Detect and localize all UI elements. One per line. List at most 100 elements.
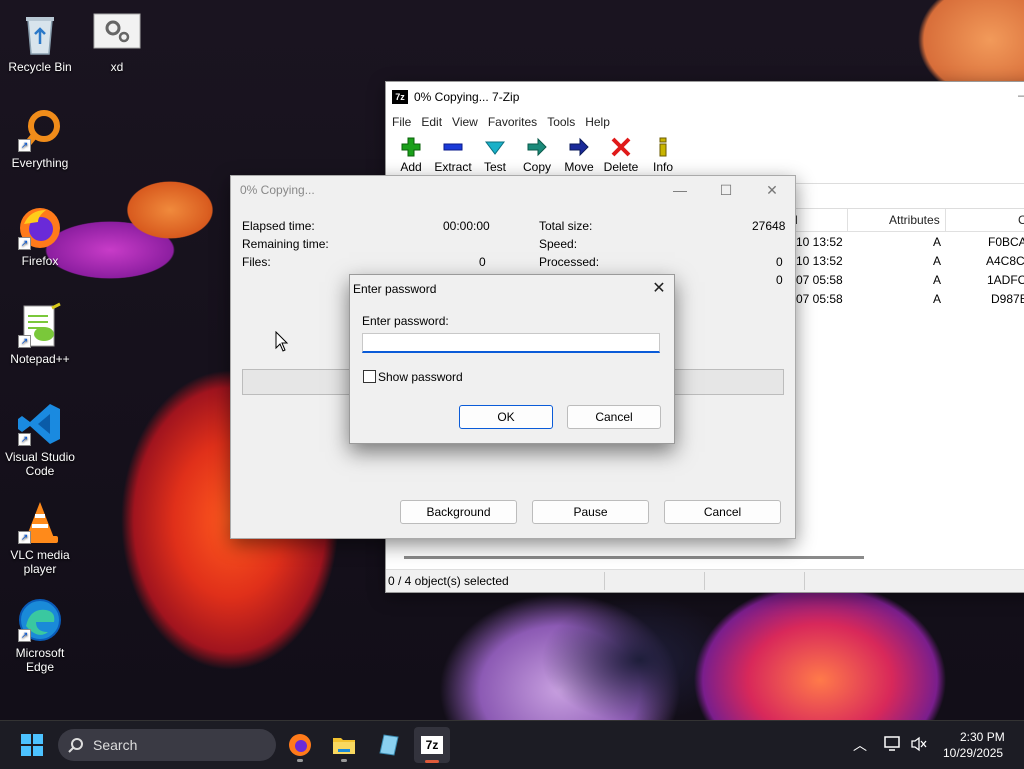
running-indicator: [341, 759, 347, 762]
volume-muted-icon[interactable]: [910, 736, 928, 752]
processed-value: 0: [776, 255, 783, 269]
clock-date[interactable]: 10/29/2025: [943, 746, 1003, 760]
start-button[interactable]: [14, 727, 50, 763]
everything-search-icon: ↗: [16, 106, 64, 154]
menu-edit[interactable]: Edit: [419, 115, 450, 129]
dialog-title: 0% Copying...: [240, 183, 315, 197]
enter-password-dialog[interactable]: Enter password ✕ Enter password: Show pa…: [349, 274, 675, 444]
windows-logo-icon: [21, 734, 43, 756]
elapsed-time-label: Elapsed time:: [242, 219, 315, 233]
desktop-icon-edge[interactable]: ↗ Microsoft Edge: [0, 596, 80, 674]
shortcut-arrow-icon: ↗: [18, 237, 31, 250]
speed-label: Speed:: [539, 237, 578, 251]
add-button[interactable]: Add: [390, 132, 432, 174]
menu-file[interactable]: File: [390, 115, 419, 129]
mouse-cursor-icon: [275, 331, 289, 352]
7zip-icon: 7z: [421, 736, 443, 754]
ok-button[interactable]: OK: [459, 405, 553, 429]
edge-icon: ↗: [16, 596, 64, 644]
menu-view[interactable]: View: [450, 115, 486, 129]
toolbar: Add Extract Test Copy Move Delete Info: [386, 132, 1024, 180]
minus-icon: [443, 143, 463, 151]
background-button[interactable]: Background: [400, 500, 517, 524]
menu-help[interactable]: Help: [583, 115, 618, 129]
window-titlebar[interactable]: 7z 0% Copying... 7-Zip —: [386, 82, 1024, 112]
vscode-icon: ↗: [16, 400, 64, 448]
plus-icon: [401, 137, 421, 157]
files-value: 0: [479, 255, 486, 269]
search-placeholder: Search: [93, 737, 138, 753]
taskbar-search[interactable]: Search: [58, 729, 276, 761]
info-button[interactable]: Info: [642, 132, 684, 174]
cancel-copy-button[interactable]: Cancel: [664, 500, 781, 524]
arrow-right-icon: [569, 137, 589, 157]
network-icon[interactable]: [884, 736, 902, 752]
desktop-icon-notepadpp[interactable]: ↗ Notepad++: [0, 302, 80, 366]
window-title: 0% Copying... 7-Zip: [414, 90, 520, 104]
horizontal-scrollbar[interactable]: [404, 556, 864, 559]
vlc-icon: ↗: [16, 498, 64, 546]
test-button[interactable]: Test: [474, 132, 516, 174]
desktop-icon-vscode[interactable]: ↗ Visual Studio Code: [0, 400, 80, 478]
shortcut-arrow-icon: ↗: [18, 531, 31, 544]
processed-label: Processed:: [539, 255, 600, 269]
desktop-icon-xd[interactable]: xd: [77, 10, 157, 74]
column-attributes[interactable]: Attributes: [889, 213, 940, 227]
taskbar-file-explorer[interactable]: [326, 727, 362, 763]
7zip-app-icon: 7z: [392, 90, 408, 104]
compressed-value: 0: [776, 273, 783, 287]
clock-time[interactable]: 2:30 PM: [960, 730, 1005, 744]
taskbar-7zip[interactable]: 7z: [414, 727, 450, 763]
total-size-value: 27648: [752, 219, 786, 233]
menu-bar: File Edit View Favorites Tools Help: [386, 112, 1024, 132]
move-button[interactable]: Move: [558, 132, 600, 174]
notepadpp-icon: ↗: [16, 302, 64, 350]
running-indicator: [297, 759, 303, 762]
desktop-icon-firefox[interactable]: ↗ Firefox: [0, 204, 80, 268]
password-prompt-label: Enter password:: [362, 314, 449, 328]
desktop-icon-recycle-bin[interactable]: Recycle Bin: [0, 10, 80, 74]
elapsed-time-value: 00:00:00: [443, 219, 490, 233]
desktop-icon-everything[interactable]: ↗ Everything: [0, 106, 80, 170]
dialog-titlebar[interactable]: 0% Copying... — ☐ ✕: [231, 176, 795, 204]
menu-favorites[interactable]: Favorites: [486, 115, 545, 129]
shortcut-arrow-icon: ↗: [18, 139, 31, 152]
show-password-checkbox[interactable]: [363, 370, 376, 383]
close-icon[interactable]: ✕: [644, 275, 674, 303]
cancel-button[interactable]: Cancel: [567, 405, 661, 429]
firefox-icon: [289, 734, 311, 756]
menu-tools[interactable]: Tools: [545, 115, 583, 129]
close-icon[interactable]: ✕: [749, 176, 795, 204]
file-explorer-icon: [333, 738, 355, 754]
taskbar-firefox[interactable]: [282, 727, 318, 763]
notepad-icon: [379, 734, 399, 756]
password-input[interactable]: [362, 333, 660, 353]
desktop-icon-vlc[interactable]: ↗ VLC media player: [0, 498, 80, 576]
search-icon: [68, 738, 83, 753]
chevron-up-icon[interactable]: ︿: [853, 735, 867, 755]
total-size-label: Total size:: [539, 219, 593, 233]
copy-button[interactable]: Copy: [516, 132, 558, 174]
shortcut-arrow-icon: ↗: [18, 335, 31, 348]
firefox-icon: ↗: [16, 204, 64, 252]
taskbar-notepad[interactable]: [370, 727, 406, 763]
shortcut-arrow-icon: ↗: [18, 629, 31, 642]
pause-button[interactable]: Pause: [532, 500, 649, 524]
dialog-title: Enter password: [353, 282, 437, 296]
maximize-icon[interactable]: ☐: [703, 176, 749, 204]
extract-button[interactable]: Extract: [432, 132, 474, 174]
check-arrow-icon: [485, 141, 505, 155]
minimize-icon[interactable]: —: [657, 176, 703, 204]
column-crc[interactable]: C: [1018, 213, 1024, 227]
recycle-bin-icon: [16, 10, 64, 58]
show-password-label[interactable]: Show password: [378, 370, 463, 384]
selection-status: 0 / 4 object(s) selected: [388, 574, 509, 588]
shortcut-arrow-icon: ↗: [18, 433, 31, 446]
status-bar: 0 / 4 object(s) selected: [386, 569, 1024, 592]
dialog-titlebar[interactable]: Enter password ✕: [350, 275, 674, 303]
desktop-background: Recycle Bin xd ↗ Everything ↗ Firefox ↗ …: [0, 0, 1024, 720]
delete-button[interactable]: Delete: [600, 132, 642, 174]
minimize-icon[interactable]: —: [1018, 88, 1024, 102]
taskbar: Search 7z ︿ 2:30 PM 10/29/2025: [0, 720, 1024, 769]
remaining-time-label: Remaining time:: [242, 237, 329, 251]
